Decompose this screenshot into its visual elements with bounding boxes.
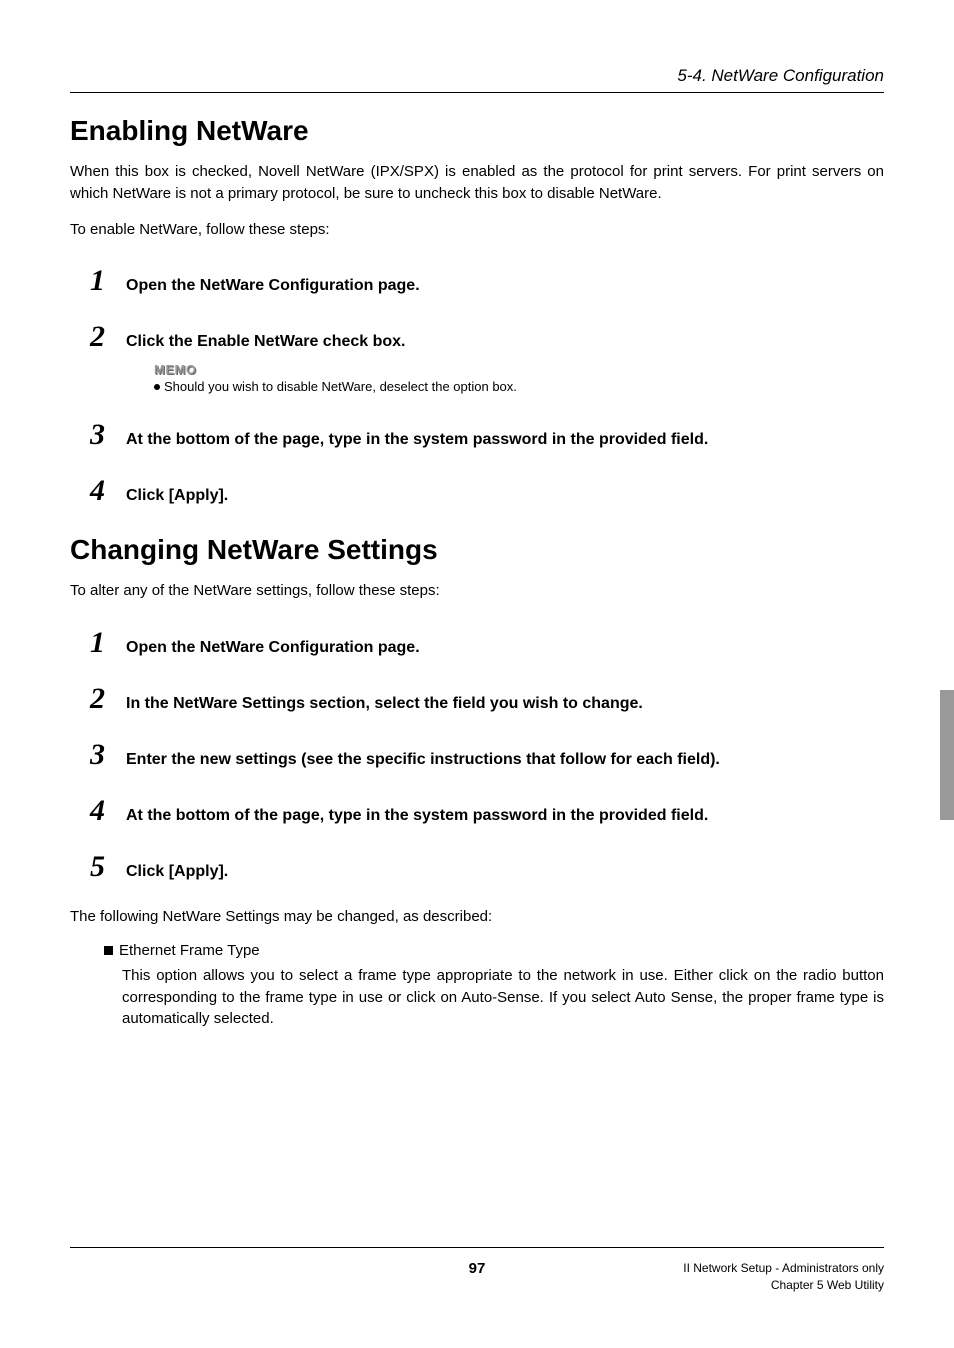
step-number: 3 — [90, 740, 126, 770]
bullet-body: This option allows you to select a frame… — [122, 965, 884, 1030]
followup-paragraph: The following NetWare Settings may be ch… — [70, 906, 884, 928]
memo-text: Should you wish to disable NetWare, dese… — [164, 379, 517, 394]
step-2-2: 2 In the NetWare Settings section, selec… — [90, 684, 884, 714]
step-number: 5 — [90, 852, 126, 882]
heading-changing-netware: Changing NetWare Settings — [70, 534, 884, 566]
heading-enabling-netware: Enabling NetWare — [70, 115, 884, 147]
step-number: 1 — [90, 628, 126, 658]
header-section-label: 5-4. NetWare Configuration — [70, 66, 884, 86]
step-text: Open the NetWare Configuration page. — [126, 277, 420, 295]
bullet-list: Ethernet Frame Type This option allows y… — [104, 942, 884, 1030]
step-2-1: 1 Open the NetWare Configuration page. — [90, 628, 884, 658]
step-number: 2 — [90, 684, 126, 714]
step-2-5: 5 Click [Apply]. — [90, 852, 884, 882]
lead-paragraph-1: To enable NetWare, follow these steps: — [70, 219, 884, 241]
step-number: 4 — [90, 476, 126, 506]
footer-line-2: Chapter 5 Web Utility — [683, 1277, 884, 1294]
step-2-3: 3 Enter the new settings (see the specif… — [90, 740, 884, 770]
memo-block: MEMO Should you wish to disable NetWare,… — [154, 362, 884, 394]
step-text: Open the NetWare Configuration page. — [126, 639, 420, 657]
page-number: 97 — [469, 1260, 486, 1277]
step-text: Click [Apply]. — [126, 487, 228, 505]
footer-line-1: II Network Setup - Administrators only — [683, 1260, 884, 1277]
step-1-3: 3 At the bottom of the page, type in the… — [90, 420, 884, 450]
intro-paragraph-1: When this box is checked, Novell NetWare… — [70, 161, 884, 205]
page-footer: 97 II Network Setup - Administrators onl… — [70, 1247, 884, 1294]
bullet-icon — [154, 384, 160, 390]
memo-label: MEMO — [154, 362, 884, 377]
step-text: At the bottom of the page, type in the s… — [126, 807, 708, 825]
step-1-4: 4 Click [Apply]. — [90, 476, 884, 506]
bullet-title-text: Ethernet Frame Type — [119, 942, 260, 959]
footer-right-block: II Network Setup - Administrators only C… — [683, 1260, 884, 1294]
step-text: Enter the new settings (see the specific… — [126, 751, 720, 769]
bullet-heading: Ethernet Frame Type — [104, 942, 884, 959]
page-header: 5-4. NetWare Configuration — [70, 66, 884, 93]
side-tab-marker — [940, 690, 954, 820]
intro-paragraph-2: To alter any of the NetWare settings, fo… — [70, 580, 884, 602]
step-number: 1 — [90, 266, 126, 296]
step-text: Click [Apply]. — [126, 863, 228, 881]
step-number: 2 — [90, 322, 126, 352]
step-text: Click the Enable NetWare check box. — [126, 333, 406, 351]
step-number: 4 — [90, 796, 126, 826]
step-2-4: 4 At the bottom of the page, type in the… — [90, 796, 884, 826]
step-1-2: 2 Click the Enable NetWare check box. — [90, 322, 884, 352]
square-bullet-icon — [104, 946, 113, 955]
memo-item: Should you wish to disable NetWare, dese… — [154, 379, 884, 394]
step-text: In the NetWare Settings section, select … — [126, 695, 643, 713]
step-text: At the bottom of the page, type in the s… — [126, 431, 708, 449]
step-number: 3 — [90, 420, 126, 450]
step-1-1: 1 Open the NetWare Configuration page. — [90, 266, 884, 296]
